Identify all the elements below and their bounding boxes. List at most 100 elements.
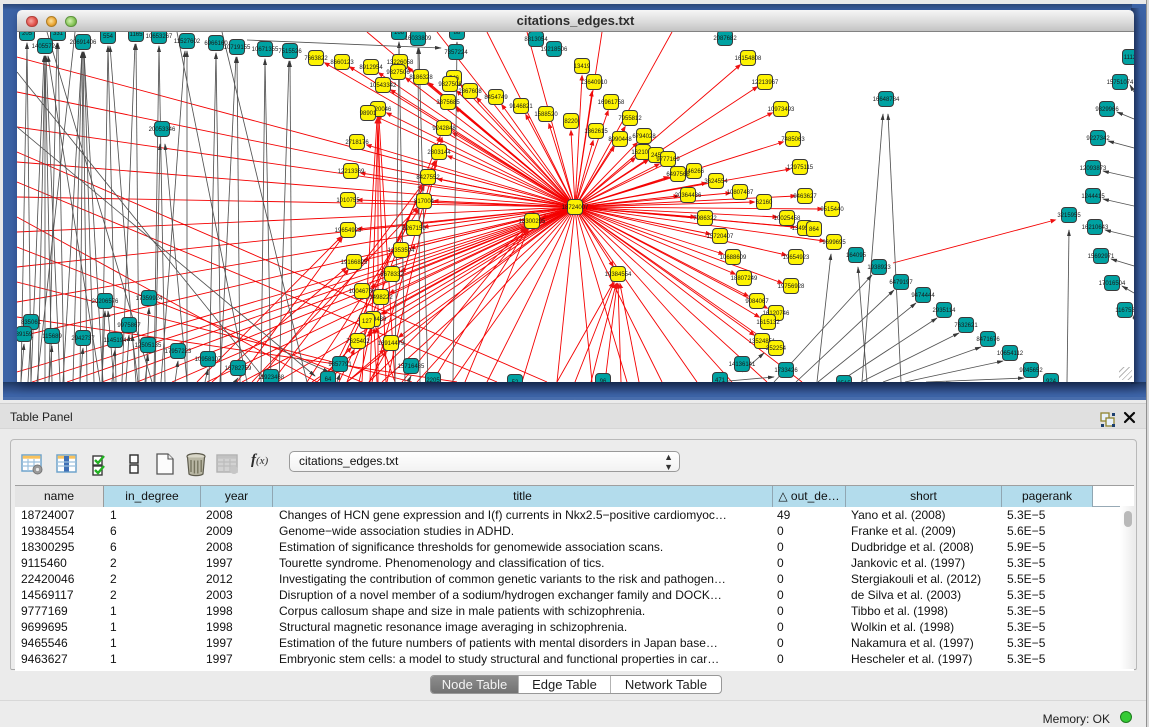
svg-text:15692971: 15692971 (1088, 254, 1115, 260)
svg-text:11923468: 11923468 (258, 375, 285, 381)
svg-text:10543342: 10543342 (370, 83, 397, 89)
svg-text:14055724: 14055724 (32, 44, 59, 50)
svg-text:10973493: 10973493 (768, 107, 795, 113)
svg-text:15751074: 15751074 (1107, 80, 1134, 86)
svg-text:9327506: 9327506 (386, 70, 410, 76)
svg-text:8678332: 8678332 (380, 272, 404, 278)
svg-text:3875685: 3875685 (436, 100, 460, 106)
svg-text:13640910: 13640910 (581, 80, 608, 86)
svg-text:19166825: 19166825 (341, 260, 368, 266)
svg-text:12353594: 12353594 (388, 248, 415, 254)
svg-text:16648784: 16648784 (873, 97, 900, 103)
svg-text:2087682: 2087682 (713, 36, 737, 42)
svg-text:7625402: 7625402 (346, 339, 370, 345)
svg-text:10807487: 10807487 (727, 190, 754, 196)
svg-text:10958107: 10958107 (195, 357, 222, 363)
svg-text:14136141: 14136141 (729, 362, 756, 368)
svg-text:7955812: 7955812 (618, 116, 642, 122)
svg-text:96: 96 (600, 379, 607, 382)
svg-text:9474444: 9474444 (911, 293, 935, 299)
svg-text:7632621: 7632621 (954, 323, 978, 329)
svg-text:64: 64 (325, 377, 332, 382)
svg-text:7515526: 7515526 (278, 49, 302, 55)
svg-text:2942737: 2942737 (71, 336, 95, 342)
svg-text:9699695: 9699695 (822, 240, 846, 246)
svg-text:52: 52 (512, 380, 519, 382)
svg-text:11527602: 11527602 (174, 39, 201, 45)
svg-text:8660123: 8660123 (330, 60, 354, 66)
svg-text:12975115: 12975115 (787, 165, 814, 171)
svg-text:17957223: 17957223 (165, 349, 192, 355)
svg-text:9777169: 9777169 (656, 157, 680, 163)
svg-text:16033809: 16033809 (405, 36, 432, 42)
svg-text:9857791: 9857791 (328, 362, 352, 368)
svg-text:8454749: 8454749 (484, 95, 508, 101)
svg-text:1588520: 1588520 (534, 112, 558, 118)
svg-text:10671355: 10671355 (252, 47, 279, 53)
svg-text:12213967: 12213967 (752, 80, 779, 86)
svg-text:15720407: 15720407 (707, 234, 734, 240)
svg-text:8427552: 8427552 (416, 175, 440, 181)
svg-text:16782759: 16782759 (225, 366, 252, 372)
svg-text:6794028: 6794028 (632, 134, 656, 140)
svg-text:471: 471 (715, 378, 726, 382)
svg-text:19654923: 19654923 (783, 255, 810, 261)
svg-text:3267150: 3267150 (402, 226, 426, 232)
svg-text:6479197: 6479197 (889, 280, 913, 286)
svg-text:9227342: 9227342 (1086, 136, 1110, 142)
svg-text:10653267: 10653267 (146, 34, 173, 40)
svg-text:9084067: 9084067 (745, 299, 769, 305)
svg-text:12093873: 12093873 (1080, 166, 1107, 172)
svg-text:3498222: 3498222 (369, 295, 393, 301)
svg-text:19384554: 19384554 (605, 272, 632, 278)
svg-text:924: 924 (1046, 379, 1057, 382)
svg-text:1165: 1165 (130, 32, 144, 38)
svg-text:9975867: 9975867 (117, 323, 141, 329)
svg-text:1010755: 1010755 (336, 198, 360, 204)
svg-text:127: 127 (362, 319, 373, 325)
svg-text:1938923: 1938923 (867, 265, 891, 271)
svg-text:1244415: 1244415 (1081, 194, 1105, 200)
svg-text:115689: 115689 (42, 334, 62, 340)
svg-text:554: 554 (103, 34, 114, 40)
svg-text:7663822: 7663822 (304, 56, 328, 62)
svg-text:8813054: 8813054 (524, 37, 548, 43)
svg-text:16914479: 16914479 (378, 341, 405, 347)
svg-text:13419: 13419 (574, 64, 591, 70)
svg-text:10025458: 10025458 (774, 216, 801, 222)
svg-text:20364436: 20364436 (675, 193, 702, 199)
svg-text:10654112: 10654112 (997, 351, 1024, 357)
svg-text:3215955: 3215955 (1057, 213, 1081, 219)
svg-text:205: 205 (22, 32, 33, 37)
svg-text:2718176: 2718176 (345, 140, 369, 146)
svg-text:39159: 39159 (17, 332, 33, 338)
svg-text:18724007: 18724007 (562, 205, 589, 211)
svg-text:12213369: 12213369 (338, 169, 365, 175)
svg-text:9515440: 9515440 (820, 207, 844, 213)
svg-text:20206576: 20206576 (92, 299, 119, 305)
svg-text:8220: 8220 (564, 119, 578, 125)
svg-text:9245652: 9245652 (1019, 368, 1043, 374)
svg-text:16210643: 16210643 (1082, 225, 1109, 231)
svg-text:331: 331 (53, 32, 64, 37)
svg-text:12505135: 12505135 (135, 343, 162, 349)
svg-text:19756928: 19756928 (778, 284, 805, 290)
svg-text:8990448: 8990448 (608, 137, 632, 143)
svg-text:20691406: 20691406 (70, 40, 97, 46)
svg-text:1615132: 1615132 (756, 320, 780, 326)
svg-text:10688609: 10688609 (720, 255, 747, 261)
svg-text:9242848: 9242848 (432, 126, 456, 132)
svg-text:9146821: 9146821 (509, 104, 533, 110)
svg-text:3624554: 3624554 (704, 179, 728, 185)
svg-text:62160: 62160 (756, 200, 773, 206)
svg-text:8186328: 8186328 (409, 75, 433, 81)
svg-text:19218506: 19218506 (541, 47, 568, 53)
svg-text:9515: 9515 (837, 381, 851, 382)
svg-text:252254: 252254 (766, 346, 787, 352)
svg-text:17016504: 17016504 (1099, 281, 1126, 287)
svg-text:7357224: 7357224 (444, 50, 468, 56)
svg-text:2867608: 2867608 (458, 89, 482, 95)
svg-text:2205: 2205 (426, 378, 440, 382)
svg-text:7986322: 7986322 (693, 216, 717, 222)
svg-text:15716485: 15716485 (398, 364, 425, 370)
